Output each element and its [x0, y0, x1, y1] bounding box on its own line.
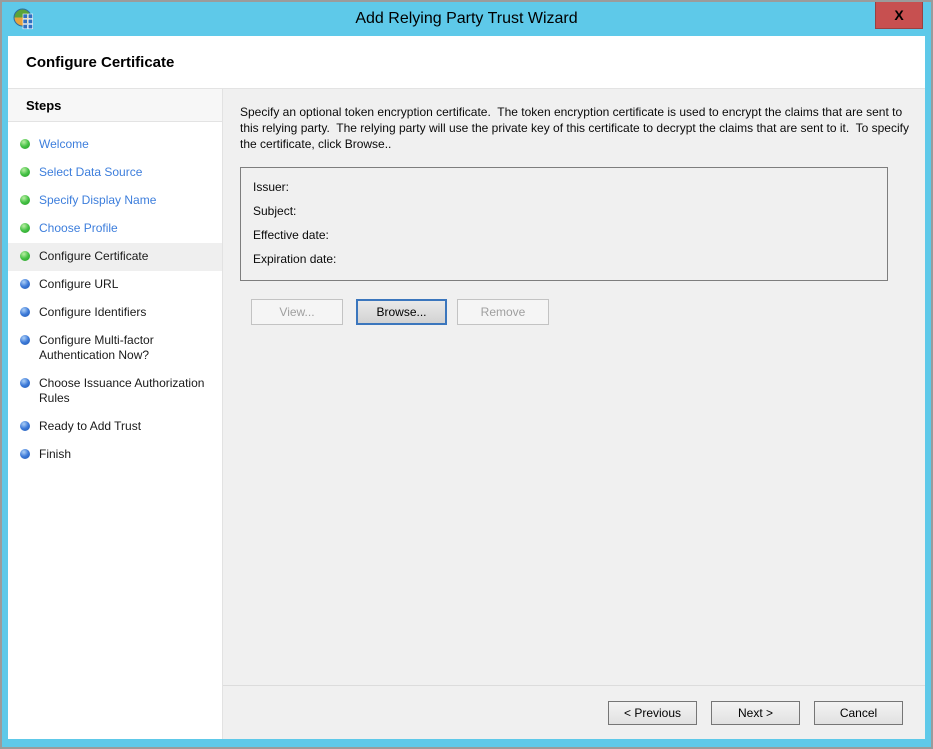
step-configure-certificate: Configure Certificate [8, 243, 222, 271]
remove-button: Remove [457, 299, 549, 325]
step-welcome[interactable]: Welcome [8, 131, 222, 159]
dialog-content: Configure Certificate Steps Welcome Sele… [8, 36, 925, 739]
wizard-navigation: < Previous Next > Cancel [223, 685, 925, 739]
steps-list: Welcome Select Data Source Specify Displ… [8, 131, 222, 469]
step-configure-mfa: Configure Multi-factor Authentication No… [8, 327, 222, 370]
step-configure-url: Configure URL [8, 271, 222, 299]
description-text: Specify an optional token encryption cer… [240, 104, 912, 152]
step-upcoming-icon [20, 378, 30, 388]
steps-sidebar: Steps Welcome Select Data Source Specify… [8, 89, 223, 739]
step-label: Welcome [39, 137, 89, 152]
step-current-icon [20, 251, 30, 261]
step-ready-to-add-trust: Ready to Add Trust [8, 413, 222, 441]
certificate-effective-date-label: Effective date: [253, 223, 875, 247]
step-select-data-source[interactable]: Select Data Source [8, 159, 222, 187]
step-completed-icon [20, 139, 30, 149]
wizard-window: Add Relying Party Trust Wizard X Configu… [0, 0, 933, 749]
view-button: View... [251, 299, 343, 325]
step-upcoming-icon [20, 335, 30, 345]
step-configure-identifiers: Configure Identifiers [8, 299, 222, 327]
step-upcoming-icon [20, 449, 30, 459]
step-label: Choose Issuance Authorization Rules [39, 376, 211, 406]
step-finish: Finish [8, 441, 222, 469]
step-choose-profile[interactable]: Choose Profile [8, 215, 222, 243]
page-title: Configure Certificate [26, 54, 174, 71]
certificate-expiration-date-label: Expiration date: [253, 247, 875, 271]
step-label: Choose Profile [39, 221, 118, 236]
step-upcoming-icon [20, 307, 30, 317]
steps-heading: Steps [8, 89, 222, 122]
step-upcoming-icon [20, 421, 30, 431]
step-label: Select Data Source [39, 165, 142, 180]
close-button[interactable]: X [875, 2, 923, 29]
step-label: Configure Certificate [39, 249, 148, 264]
titlebar[interactable]: Add Relying Party Trust Wizard X [8, 2, 925, 36]
certificate-actions: View... Browse... Remove [240, 299, 925, 325]
next-button[interactable]: Next > [711, 701, 800, 725]
step-label: Configure Multi-factor Authentication No… [39, 333, 211, 363]
step-label: Configure Identifiers [39, 305, 146, 320]
step-specify-display-name[interactable]: Specify Display Name [8, 187, 222, 215]
step-upcoming-icon [20, 279, 30, 289]
window-title: Add Relying Party Trust Wizard [8, 2, 925, 36]
certificate-summary-box: Issuer: Subject: Effective date: Expirat… [240, 167, 888, 281]
step-label: Ready to Add Trust [39, 419, 141, 434]
browse-button[interactable]: Browse... [356, 299, 447, 325]
step-completed-icon [20, 223, 30, 233]
step-label: Finish [39, 447, 71, 462]
previous-button[interactable]: < Previous [608, 701, 697, 725]
cancel-button[interactable]: Cancel [814, 701, 903, 725]
step-label: Specify Display Name [39, 193, 156, 208]
certificate-subject-label: Subject: [253, 199, 875, 223]
step-completed-icon [20, 167, 30, 177]
step-completed-icon [20, 195, 30, 205]
step-choose-issuance-rules: Choose Issuance Authorization Rules [8, 370, 222, 413]
certificate-issuer-label: Issuer: [253, 175, 875, 199]
page-header: Configure Certificate [8, 36, 925, 89]
step-label: Configure URL [39, 277, 118, 292]
main-panel: Specify an optional token encryption cer… [223, 89, 925, 739]
